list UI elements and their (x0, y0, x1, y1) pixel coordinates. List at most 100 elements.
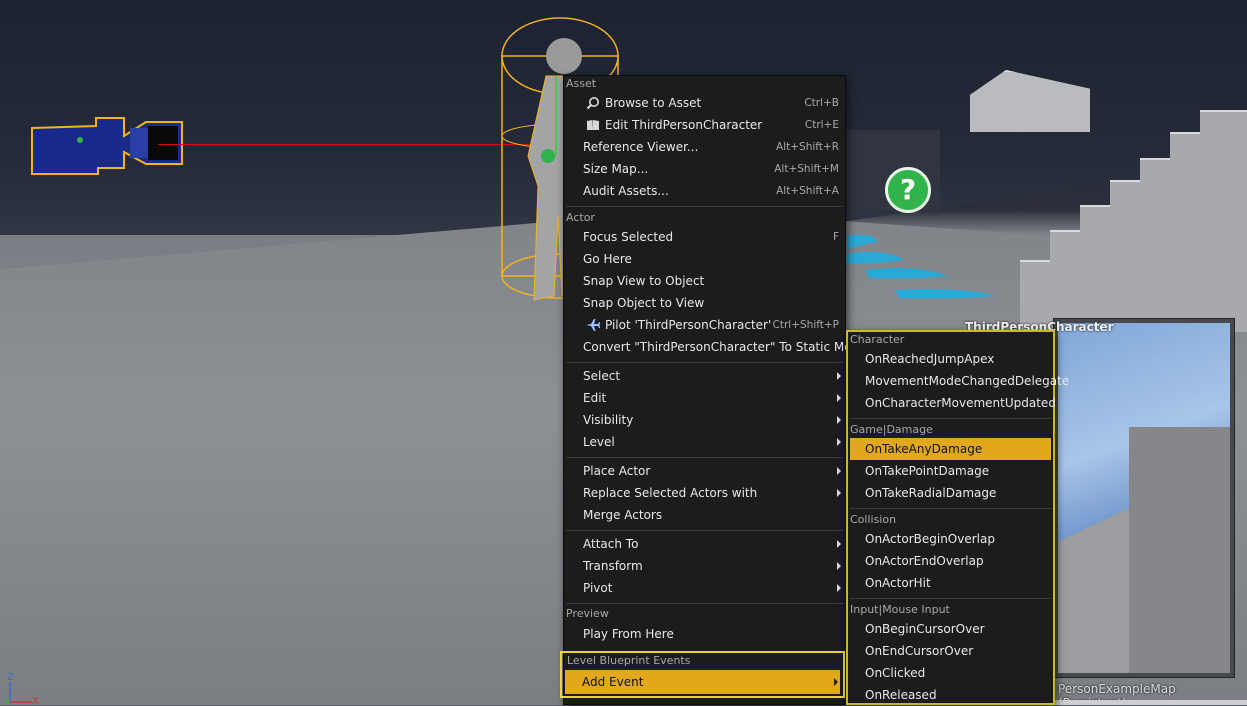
axis-y-label: Y (4, 698, 9, 705)
item-label: Edit ThirdPersonCharacter (605, 118, 763, 132)
add-event-submenu[interactable]: Add Event (565, 670, 840, 694)
menu-separator (566, 457, 843, 458)
menu-separator (566, 206, 843, 207)
section-character: Character (850, 333, 905, 346)
item-label: Transform (583, 559, 643, 573)
event-on-take-any-damage[interactable]: OnTakeAnyDamage (850, 438, 1051, 460)
section-asset: Asset (566, 77, 597, 90)
item-label: Merge Actors (583, 508, 663, 522)
item-shortcut: Ctrl+Shift+P (772, 319, 839, 331)
convert-to-static-mesh-item[interactable]: Convert "ThirdPersonCharacter" To Static… (566, 336, 865, 358)
item-label: Edit (583, 391, 607, 405)
pivot-submenu[interactable]: Pivot (566, 577, 843, 599)
chevron-right-icon (837, 562, 841, 570)
item-label: MovementModeChangedDelegate (865, 374, 1070, 388)
level-blueprint-events-group: Level Blueprint Events Add Event (560, 651, 845, 698)
book-icon (587, 120, 599, 130)
item-label: OnActorHit (865, 576, 931, 590)
item-label: Pivot (583, 581, 613, 595)
chevron-right-icon (837, 540, 841, 548)
item-label: Convert "ThirdPersonCharacter" To Static… (583, 340, 866, 354)
menu-separator (850, 418, 1051, 419)
item-label: Pilot 'ThirdPersonCharacter' (605, 318, 772, 332)
item-label: Replace Selected Actors with (583, 486, 758, 500)
event-on-end-cursor-over[interactable]: OnEndCursorOver (850, 640, 1051, 662)
question-icon[interactable]: ? (885, 167, 931, 213)
audit-assets-item[interactable]: Audit Assets... Alt+Shift+A (566, 180, 843, 202)
chevron-right-icon (837, 584, 841, 592)
focus-selected-item[interactable]: Focus Selected F (566, 226, 843, 248)
place-actor-submenu[interactable]: Place Actor (566, 460, 843, 482)
item-shortcut: Alt+Shift+M (774, 163, 839, 175)
snap-object-to-view-item[interactable]: Snap Object to View (566, 292, 843, 314)
event-on-actor-begin-overlap[interactable]: OnActorBeginOverlap (850, 528, 1051, 550)
item-label: OnTakeAnyDamage (865, 442, 983, 456)
item-label: Visibility (583, 413, 634, 427)
item-label: Audit Assets... (583, 184, 669, 198)
edit-submenu[interactable]: Edit (566, 387, 843, 409)
item-label: Select (583, 369, 621, 383)
item-label: OnTakePointDamage (865, 464, 990, 478)
chevron-right-icon (837, 489, 841, 497)
item-label: OnReleased (865, 688, 937, 702)
stair-step (1170, 132, 1247, 162)
edit-character-item[interactable]: Edit ThirdPersonCharacter Ctrl+E (566, 114, 843, 136)
select-submenu[interactable]: Select (566, 365, 843, 387)
chevron-right-icon (834, 678, 838, 686)
reference-viewer-item[interactable]: Reference Viewer... Alt+Shift+R (566, 136, 843, 158)
event-on-begin-cursor-over[interactable]: OnBeginCursorOver (850, 618, 1051, 640)
transform-submenu[interactable]: Transform (566, 555, 843, 577)
item-label: Go Here (583, 252, 632, 266)
level-submenu[interactable]: Level (566, 431, 843, 453)
chevron-right-icon (837, 372, 841, 380)
item-label: OnReachedJumpApex (865, 352, 995, 366)
event-on-character-movement-updated[interactable]: OnCharacterMovementUpdated (850, 392, 1056, 414)
attach-to-submenu[interactable]: Attach To (566, 533, 843, 555)
size-map-item[interactable]: Size Map... Alt+Shift+M (566, 158, 843, 180)
item-shortcut: Alt+Shift+A (776, 185, 839, 197)
browse-to-asset-item[interactable]: Browse to Asset Ctrl+B (566, 92, 843, 114)
item-shortcut: Ctrl+B (804, 97, 839, 109)
item-label: Level (583, 435, 615, 449)
event-on-take-radial-damage[interactable]: OnTakeRadialDamage (850, 482, 1051, 504)
section-game-damage: Game|Damage (850, 423, 933, 436)
snap-view-to-object-item[interactable]: Snap View to Object (566, 270, 843, 292)
event-movement-mode-changed[interactable]: MovementModeChangedDelegate (850, 370, 1069, 392)
menu-separator (566, 362, 843, 363)
chevron-right-icon (837, 394, 841, 402)
event-on-clicked[interactable]: OnClicked (850, 662, 1051, 684)
item-label: Snap View to Object (583, 274, 705, 288)
add-event-submenu-panel: Character OnReachedJumpApex MovementMode… (846, 330, 1069, 706)
replace-selected-submenu[interactable]: Replace Selected Actors with (566, 482, 843, 504)
event-on-released[interactable]: OnReleased (850, 684, 1051, 706)
visibility-submenu[interactable]: Visibility (566, 409, 843, 431)
event-on-actor-hit[interactable]: OnActorHit (850, 572, 1051, 594)
camera-preview-panel[interactable] (1053, 318, 1235, 678)
item-label: Attach To (583, 537, 639, 551)
item-label: OnBeginCursorOver (865, 622, 985, 636)
item-label: Browse to Asset (605, 96, 702, 110)
pilot-item[interactable]: Pilot 'ThirdPersonCharacter' Ctrl+Shift+… (566, 314, 843, 336)
chevron-right-icon (837, 416, 841, 424)
axis-gizmo: Z X Y (4, 672, 39, 705)
merge-actors-item[interactable]: Merge Actors (566, 504, 843, 526)
item-label: Size Map... (583, 162, 649, 176)
chevron-right-icon (837, 438, 841, 446)
item-shortcut: Alt+Shift+R (776, 141, 839, 153)
event-on-take-point-damage[interactable]: OnTakePointDamage (850, 460, 1051, 482)
section-level-blueprint-events: Level Blueprint Events (567, 654, 691, 667)
play-from-here-item[interactable]: Play From Here (566, 623, 843, 645)
menu-separator (850, 598, 1051, 599)
nav-path-decal (845, 234, 997, 299)
event-on-actor-end-overlap[interactable]: OnActorEndOverlap (850, 550, 1051, 572)
item-label: OnClicked (865, 666, 926, 680)
menu-separator (850, 508, 1051, 509)
item-label: OnActorEndOverlap (865, 554, 984, 568)
section-actor: Actor (566, 211, 595, 224)
airplane-icon (586, 319, 600, 331)
chevron-right-icon (837, 467, 841, 475)
event-on-reached-jump-apex[interactable]: OnReachedJumpApex (850, 348, 1051, 370)
item-shortcut: F (832, 231, 839, 243)
stair-step (1050, 230, 1247, 264)
go-here-item[interactable]: Go Here (566, 248, 843, 270)
